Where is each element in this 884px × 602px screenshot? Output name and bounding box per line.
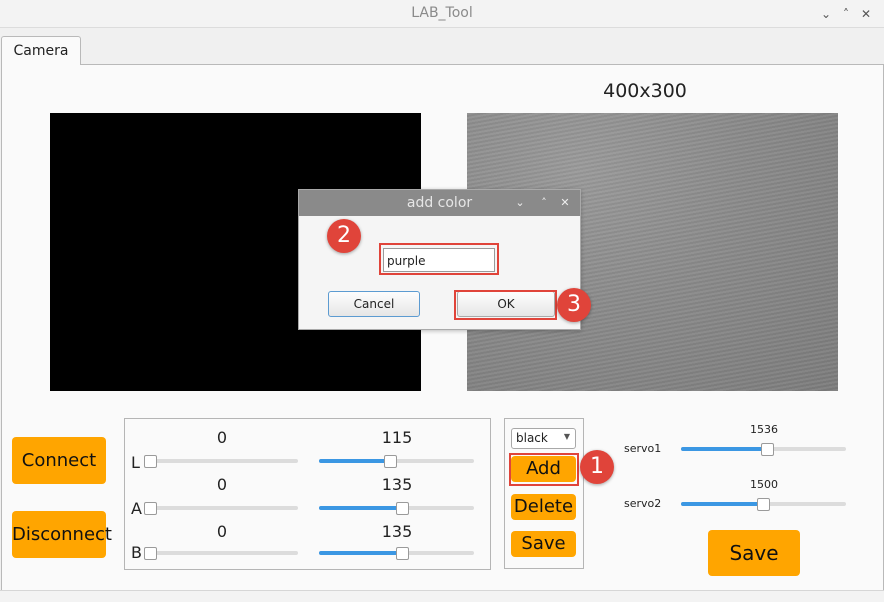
dialog-maximize-icon[interactable]: ˄ xyxy=(537,195,551,211)
chevron-down-icon: ▼ xyxy=(563,432,570,441)
b-max-value: 135 xyxy=(381,522,413,541)
servo2-label: servo2 xyxy=(624,497,662,510)
resolution-label: 400x300 xyxy=(603,80,687,102)
lab-threshold-panel xyxy=(124,418,491,570)
color-select-value: black xyxy=(516,431,548,445)
color-select[interactable]: black ▼ xyxy=(511,428,576,449)
a-max-value: 135 xyxy=(381,475,413,494)
a-min-slider[interactable] xyxy=(146,506,298,510)
l-max-handle[interactable] xyxy=(384,455,397,468)
servo1-fill xyxy=(681,447,766,451)
servo1-label: servo1 xyxy=(624,442,662,455)
minimize-icon[interactable]: ⌄ xyxy=(818,6,834,22)
b-min-slider[interactable] xyxy=(146,551,298,555)
b-max-fill xyxy=(319,551,403,555)
step-3-badge: 3 xyxy=(557,288,591,322)
b-min-value: 0 xyxy=(216,522,228,541)
a-max-handle[interactable] xyxy=(396,502,409,515)
a-channel-label: A xyxy=(131,499,142,518)
dialog-close-icon[interactable]: ✕ xyxy=(558,195,572,211)
step-2-badge: 2 xyxy=(327,219,361,253)
servo1-value: 1536 xyxy=(750,423,778,436)
save-servo-button[interactable]: Save xyxy=(708,530,800,576)
servo1-handle[interactable] xyxy=(761,443,774,456)
step-1-badge: 1 xyxy=(580,450,614,484)
l-min-handle[interactable] xyxy=(144,455,157,468)
tab-camera-label: Camera xyxy=(13,43,69,59)
connect-button[interactable]: Connect xyxy=(12,437,106,484)
servo2-value: 1500 xyxy=(750,478,778,491)
a-min-handle[interactable] xyxy=(144,502,157,515)
l-channel-label: L xyxy=(131,453,140,472)
tab-camera[interactable]: Camera xyxy=(1,36,81,65)
status-strip xyxy=(0,590,884,602)
l-max-value: 115 xyxy=(381,428,413,447)
a-max-fill xyxy=(319,506,403,510)
b-channel-label: B xyxy=(131,543,142,562)
l-min-value: 0 xyxy=(216,428,228,447)
b-max-handle[interactable] xyxy=(396,547,409,560)
close-icon[interactable]: ✕ xyxy=(858,6,874,22)
a-min-value: 0 xyxy=(216,475,228,494)
ok-button-highlight xyxy=(454,290,557,320)
input-highlight xyxy=(379,243,499,275)
b-min-handle[interactable] xyxy=(144,547,157,560)
delete-color-button[interactable]: Delete xyxy=(511,494,576,520)
l-min-slider[interactable] xyxy=(146,459,298,463)
servo2-handle[interactable] xyxy=(757,498,770,511)
maximize-icon[interactable]: ˄ xyxy=(838,6,854,22)
servo2-fill xyxy=(681,502,762,506)
window-title: LAB_Tool xyxy=(411,5,473,21)
l-max-fill xyxy=(319,459,391,463)
save-color-button[interactable]: Save xyxy=(511,531,576,557)
disconnect-button[interactable]: Disconnect xyxy=(12,511,112,558)
dialog-minimize-icon[interactable]: ⌄ xyxy=(513,195,527,211)
cancel-button[interactable]: Cancel xyxy=(328,291,420,317)
add-button-highlight xyxy=(509,453,579,486)
